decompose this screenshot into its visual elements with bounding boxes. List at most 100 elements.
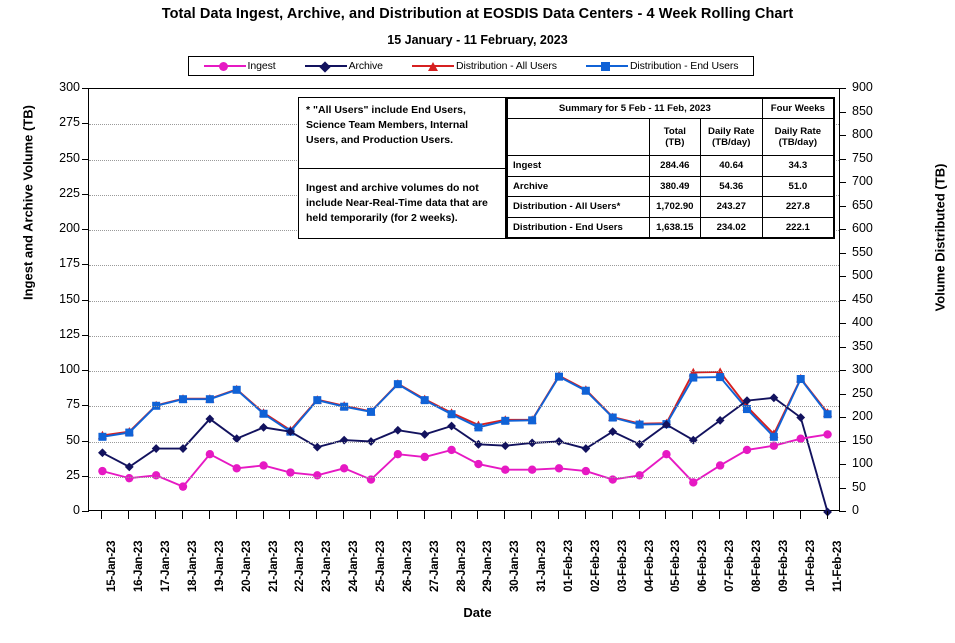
legend-item-archive[interactable]: Archive [304,60,383,73]
x-axis-tick-label: 15-Jan-23 [106,540,119,592]
x-axis-tick-mark [208,511,210,519]
col-header-daily-rate: Daily Rate (TB/day) [699,118,763,157]
x-axis-tick-label: 31-Jan-23 [536,540,549,592]
data-point-marker [232,385,241,394]
legend-label: Distribution - All Users [455,60,557,72]
data-point-marker [823,410,832,419]
data-point-marker [769,441,779,450]
y-axis-left-tick-label: 50 [66,432,80,447]
x-axis-tick-label: 26-Jan-23 [401,540,414,592]
col-header-total: Total (TB) [648,118,701,157]
x-axis-tick-mark [719,511,721,519]
y-axis-right-tick-label: 250 [852,385,873,400]
gridline [89,265,839,267]
x-axis-tick-label: 04-Feb-23 [643,540,656,592]
y-axis-right-tick-label: 150 [852,432,873,447]
x-axis-tick-label: 16-Jan-23 [133,540,146,592]
legend-swatch-icon [411,60,454,72]
x-axis-tick-mark [531,511,533,519]
four-weeks-header: Four Weeks [761,97,835,120]
legend-swatch-icon [203,60,246,72]
table-cell-total: 1,702.90 [648,196,701,218]
data-point-marker [474,423,483,432]
legend-swatch-icon [585,60,628,72]
table-cell-four-week-rate: 34.3 [761,155,835,177]
y-axis-right-tick-mark [839,487,846,489]
data-point-marker [581,466,591,476]
legend-item-distribution-end-users[interactable]: Distribution - End Users [585,60,739,72]
data-point-marker [554,464,564,473]
y-axis-right-tick-label: 600 [852,221,873,235]
data-point-marker [742,445,752,455]
data-point-marker [259,461,268,470]
table-row: Distribution - End Users 1,638.15 234.02 22… [507,216,835,239]
x-axis-tick-mark [746,511,747,519]
y-axis-left-tick-label: 225 [59,185,80,200]
y-axis-right-tick-mark [839,205,846,207]
x-axis-tick-mark [396,511,398,519]
data-point-marker [232,464,241,473]
y-axis-left-tick-mark [82,193,89,195]
x-axis-tick-mark [370,511,371,519]
y-axis-right-tick-label: 350 [852,338,873,353]
chart-legend: Ingest Archive Distribution - All Users Dis… [188,56,754,76]
data-point-marker [393,380,402,389]
x-axis-tick-label: 22-Jan-23 [294,540,307,592]
data-point-marker [313,396,322,405]
data-point-marker [125,473,134,483]
x-axis-tick-label: 29-Jan-23 [482,540,495,592]
data-point-marker [125,428,134,437]
data-point-marker [178,482,188,491]
table-cell-row-name: Archive [507,175,650,198]
data-point-marker [98,466,107,476]
data-point-marker [205,449,215,459]
x-axis-tick-label: 18-Jan-23 [187,540,199,592]
y-axis-right-tick-mark [839,393,846,395]
data-point-marker [447,410,456,419]
data-point-marker [420,430,430,439]
x-axis-tick-label: 21-Jan-23 [267,540,280,592]
table-cell-row-name: Ingest [507,155,650,177]
data-point-marker [689,373,698,382]
footnote-all-users: * "All Users" include End Users, Science… [299,98,505,169]
data-point-marker [179,395,187,404]
data-point-marker [528,416,537,425]
note-near-real-time: Ingest and archive volumes do not includ… [306,181,488,225]
data-point-marker [151,471,161,480]
table-cell-four-week-rate: 227.8 [761,196,835,218]
y-axis-left-tick-label: 75 [66,397,80,412]
x-axis-tick-mark [235,511,237,519]
gridline [89,335,839,337]
x-axis-tick-mark [826,511,828,519]
data-point-marker [313,471,322,480]
data-point-marker [259,409,268,418]
y-axis-right-tick-mark [839,464,846,465]
x-axis-tick-label: 07-Feb-23 [724,540,737,592]
legend-item-distribution-all-users[interactable]: Distribution - All Users [411,60,557,72]
gridline [89,476,839,478]
data-point-marker [527,465,537,474]
y-axis-left-tick-label: 25 [66,467,80,482]
x-axis-tick-label: 27-Jan-23 [428,540,441,592]
x-axis-tick-mark [182,511,183,519]
y-axis-left-tick-label: 175 [59,256,80,271]
x-axis-tick-mark [772,511,774,519]
y-axis-right-tick-mark [839,252,846,254]
data-point-marker [367,407,375,416]
y-axis-right-tick-mark [839,111,846,113]
x-axis-tick-mark [504,511,506,519]
y-axis-left-tick-mark [82,264,89,266]
y-axis-right-tick-mark [839,511,846,512]
x-axis-tick-mark [128,511,130,519]
y-axis-left-tick-mark [82,511,89,512]
x-axis-tick-mark [692,511,694,519]
table-header-row-2: Total (TB) Daily Rate (TB/day) Daily Rate(… [507,118,835,157]
x-axis-tick-label: 20-Jan-23 [240,540,253,592]
data-point-marker [823,507,832,517]
y-axis-left-title: Ingest and Archive Volume (TB) [20,104,36,301]
legend-item-ingest[interactable]: Ingest [203,60,276,72]
table-row: Archive 380.49 54.36 51.0 [507,175,835,198]
y-axis-left-tick-mark [82,334,89,336]
x-axis-tick-label: 28-Jan-23 [455,540,468,592]
chart-page: Total Data Ingest, Archive, and Distribu… [0,0,955,643]
